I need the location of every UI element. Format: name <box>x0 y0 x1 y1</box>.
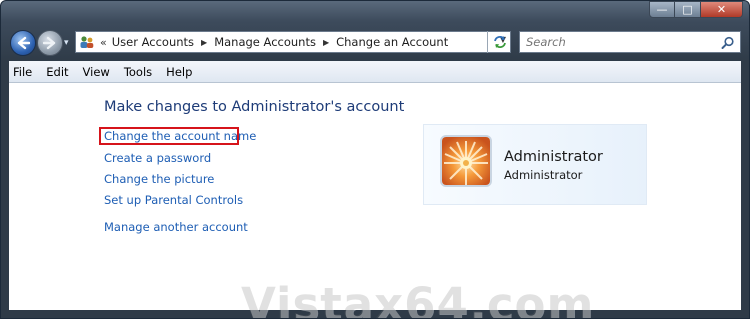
menu-edit[interactable]: Edit <box>40 65 74 79</box>
forward-arrow-icon <box>43 36 56 50</box>
menu-file[interactable]: File <box>9 65 38 79</box>
explorer-window: — □ ✕ ▾ « User Accounts ▶ Manage Account… <box>0 0 750 319</box>
parental-controls-link[interactable]: Set up Parental Controls <box>104 193 243 207</box>
recent-pages-dropdown[interactable]: ▾ <box>64 38 69 48</box>
maximize-button[interactable]: □ <box>675 1 701 18</box>
account-name: Administrator <box>504 149 603 165</box>
create-password-link[interactable]: Create a password <box>104 151 211 165</box>
manage-another-account-link[interactable]: Manage another account <box>104 220 248 234</box>
user-accounts-icon <box>79 35 95 49</box>
flower-picture-icon <box>442 137 490 185</box>
breadcrumb-manage-accounts[interactable]: Manage Accounts <box>214 35 316 49</box>
breadcrumb-change-an-account[interactable]: Change an Account <box>336 35 448 49</box>
menu-view[interactable]: View <box>77 65 116 79</box>
address-overflow-chevron[interactable]: « <box>100 36 107 49</box>
page-title: Make changes to Administrator's account <box>104 99 405 115</box>
address-bar[interactable]: « User Accounts ▶ Manage Accounts ▶ Chan… <box>75 31 511 53</box>
refresh-icon <box>494 36 506 48</box>
content-pane: Make changes to Administrator's account … <box>9 83 741 318</box>
back-button[interactable] <box>10 30 36 56</box>
breadcrumb-separator-icon[interactable]: ▶ <box>323 38 329 47</box>
menu-tools[interactable]: Tools <box>118 65 158 79</box>
refresh-button[interactable] <box>487 31 512 53</box>
breadcrumb-separator-icon[interactable]: ▶ <box>201 38 207 47</box>
account-type: Administrator <box>504 168 583 182</box>
search-box[interactable] <box>519 31 741 53</box>
account-tile: Administrator Administrator <box>423 124 647 205</box>
minimize-button[interactable]: — <box>649 1 675 18</box>
watermark: Vistax64.com <box>241 278 595 319</box>
search-icon[interactable] <box>721 35 735 54</box>
change-picture-link[interactable]: Change the picture <box>104 172 214 186</box>
back-arrow-icon <box>17 36 30 50</box>
menu-bar: File Edit View Tools Help <box>9 61 741 83</box>
change-account-name-link[interactable]: Change the account name <box>104 129 256 143</box>
breadcrumb-user-accounts[interactable]: User Accounts <box>112 35 194 49</box>
caption-buttons: — □ ✕ <box>649 1 743 19</box>
forward-button[interactable] <box>37 30 63 56</box>
menu-help[interactable]: Help <box>160 65 198 79</box>
account-picture <box>440 135 492 187</box>
close-button[interactable]: ✕ <box>701 1 743 18</box>
search-input[interactable] <box>524 34 718 50</box>
navigation-bar: ▾ « User Accounts ▶ Manage Accounts ▶ Ch… <box>1 27 749 59</box>
